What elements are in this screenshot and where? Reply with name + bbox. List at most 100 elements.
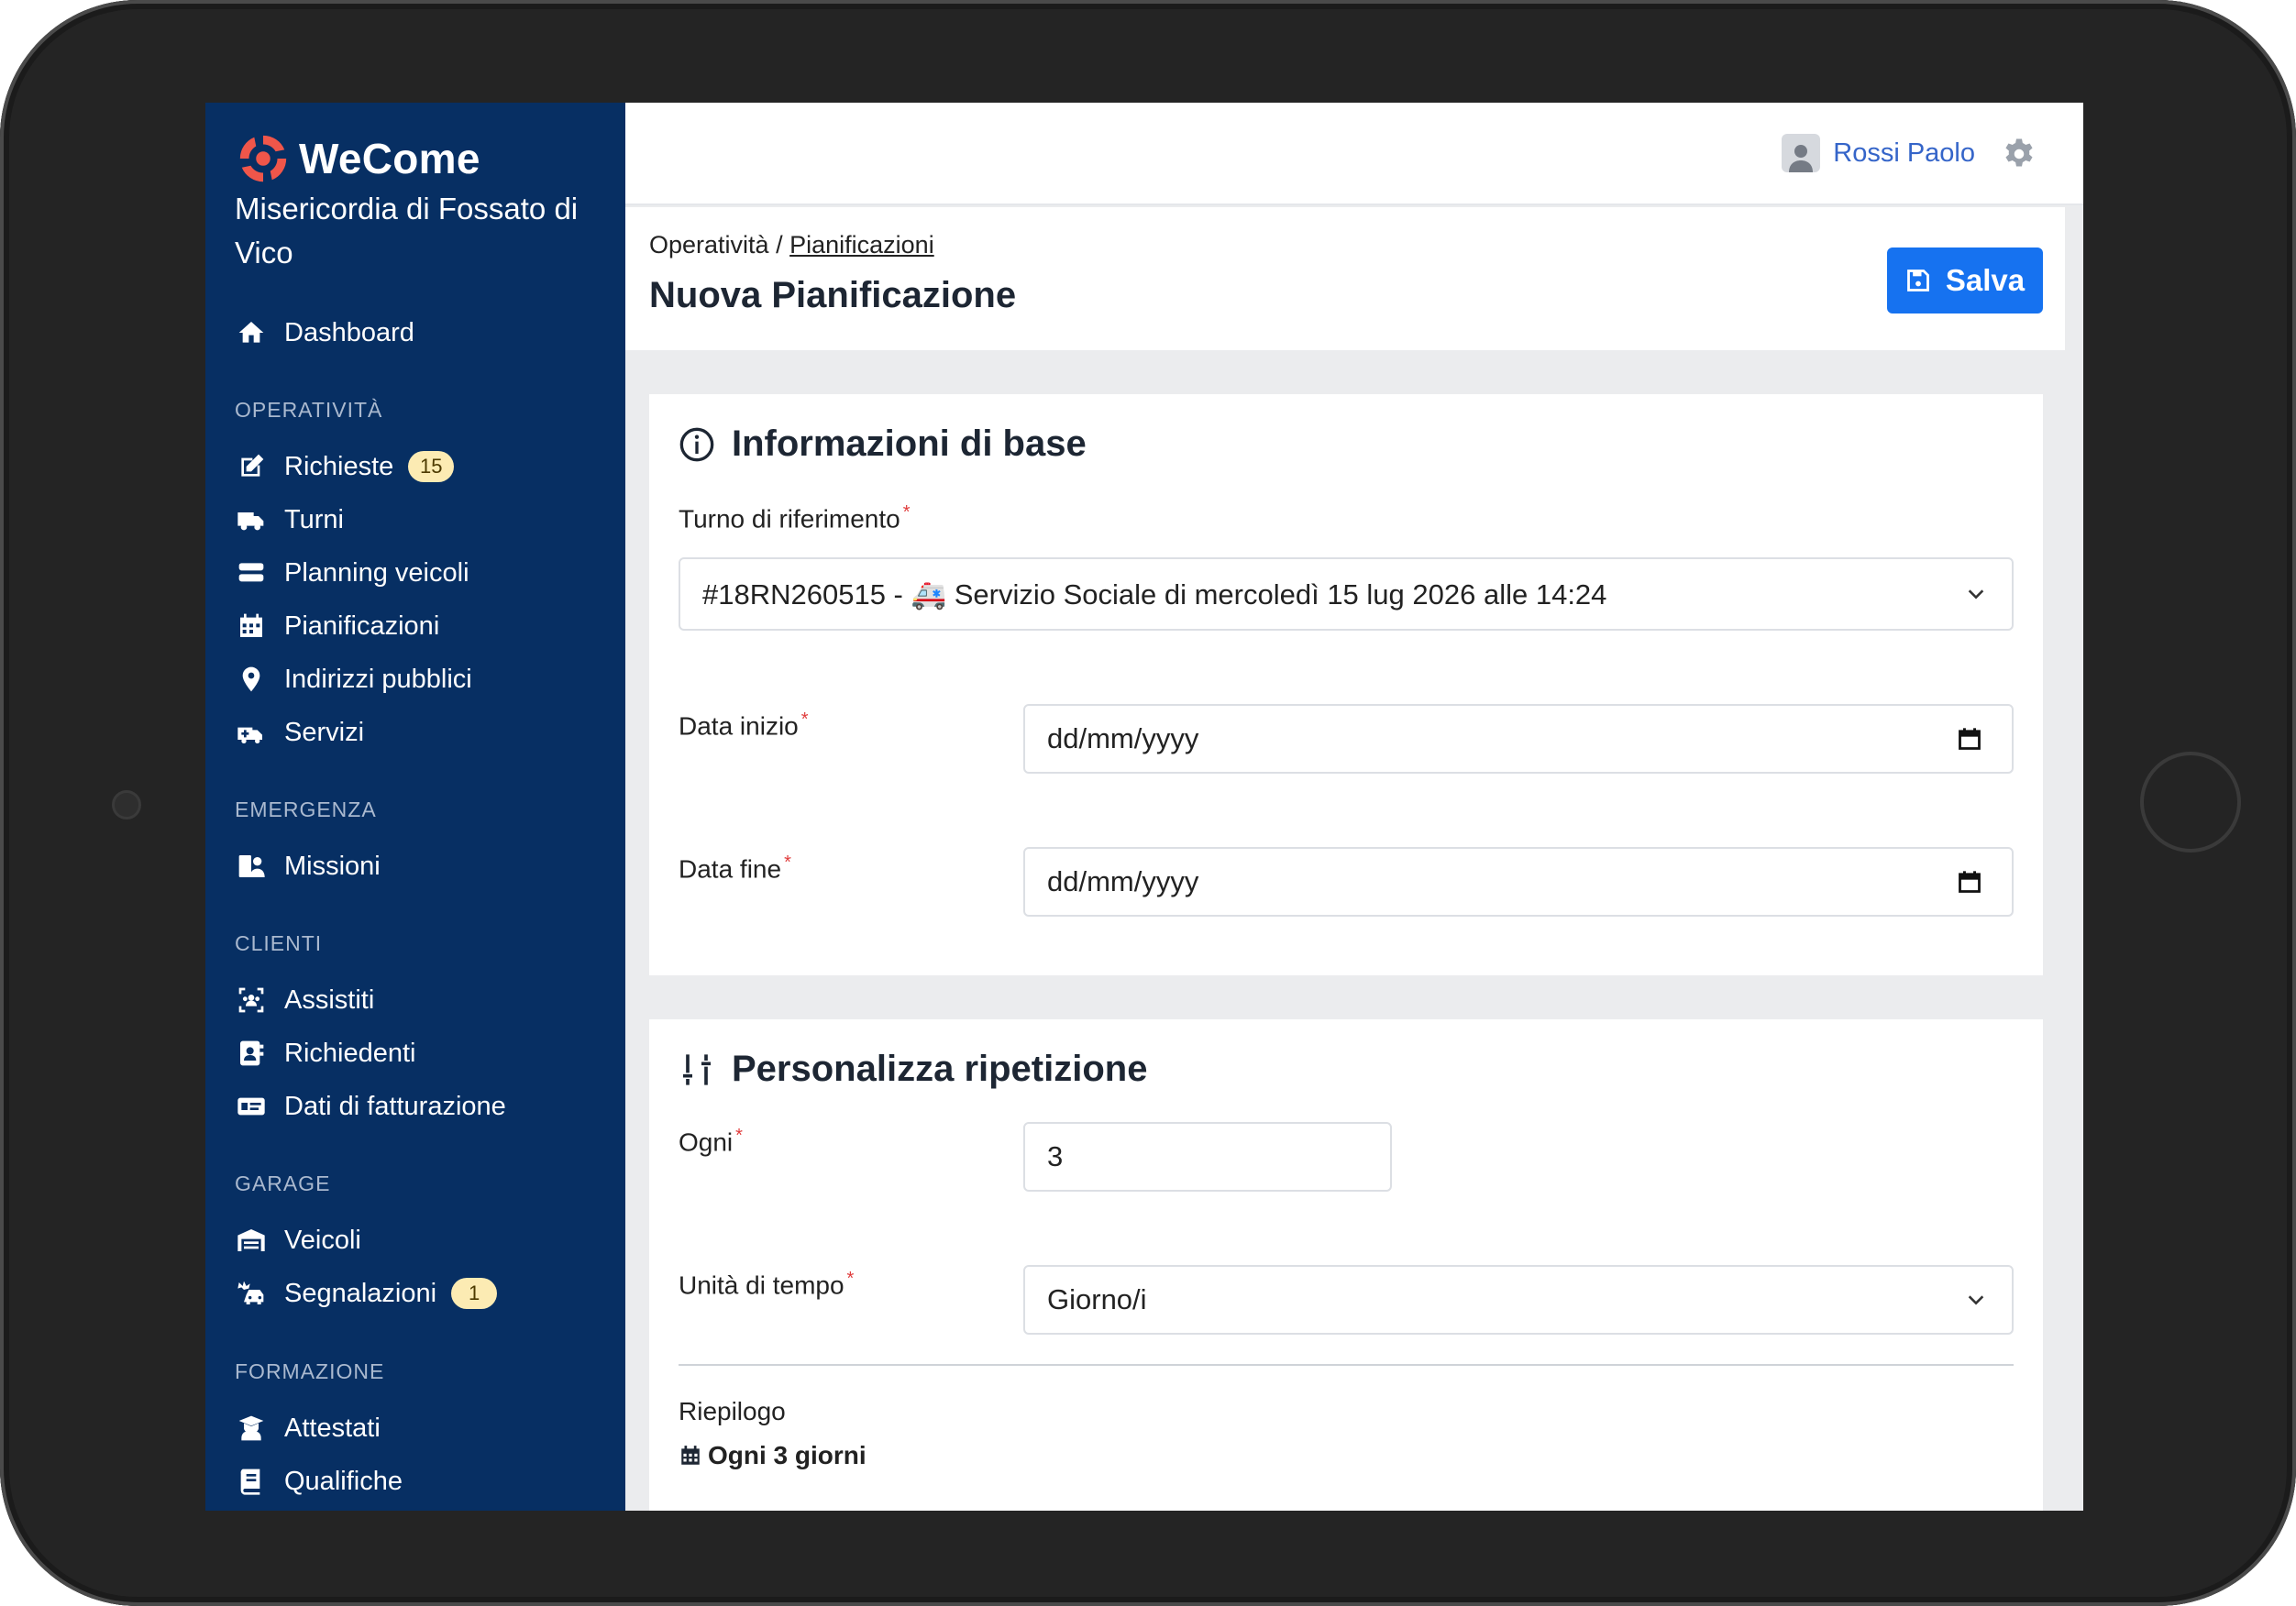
camera-icon [112, 790, 141, 820]
tablet-frame: WeCome Misericordia di Fossato di Vico D… [0, 0, 2296, 1606]
home-icon [235, 316, 268, 349]
calendar-icon[interactable] [1957, 725, 1982, 753]
sidebar: WeCome Misericordia di Fossato di Vico D… [205, 103, 625, 1511]
chevron-down-icon [1968, 1295, 1984, 1305]
truck-medical-icon [235, 716, 268, 749]
required-mark: * [902, 502, 911, 522]
required-mark: * [846, 1269, 855, 1289]
sidebar-item-label: Attestati [284, 1413, 381, 1443]
riepilogo-value: Ogni 3 giorni [708, 1441, 867, 1469]
data-inizio-value: dd/mm/yyyy [1047, 722, 1199, 754]
sidebar-item-assistiti[interactable]: Assistiti [235, 980, 374, 1020]
sidebar-item-missioni[interactable]: Missioni [235, 846, 381, 886]
section-garage: GARAGE [235, 1172, 331, 1195]
divider [679, 1364, 2014, 1366]
calendar-icon [681, 1446, 700, 1465]
staff-icon [235, 850, 268, 883]
turno-select[interactable]: #18RN260515 - 🚑 Servizio Sociale di merc… [679, 557, 2014, 631]
sidebar-item-label: Planning veicoli [284, 557, 469, 588]
save-button-label: Salva [1945, 263, 2026, 297]
required-mark: * [800, 710, 809, 730]
sidebar-item-qualifiche[interactable]: Qualifiche [235, 1461, 403, 1502]
sidebar-item-richiedenti[interactable]: Richiedenti [235, 1033, 415, 1073]
unita-label-text: Unità di tempo [679, 1270, 844, 1300]
sidebar-item-label: Richieste [284, 451, 394, 481]
warehouse-icon [235, 1224, 268, 1257]
user-name: Rossi Paolo [1833, 138, 1975, 168]
data-fine-value: dd/mm/yyyy [1047, 865, 1199, 897]
data-inizio-label-text: Data inizio [679, 711, 799, 741]
chevron-down-icon [1968, 589, 1984, 600]
sidebar-item-turni[interactable]: Turni [235, 500, 344, 540]
sidebar-item-richieste[interactable]: Richieste 15 [235, 446, 455, 487]
sidebar-item-indirizzi-pubblici[interactable]: Indirizzi pubblici [235, 659, 472, 699]
base-info-title: Informazioni di base [679, 424, 1087, 465]
book-icon [235, 1465, 268, 1498]
brand[interactable]: WeCome [235, 130, 480, 187]
data-fine-label-text: Data fine [679, 854, 782, 884]
sidebar-item-label: Qualifiche [284, 1466, 403, 1496]
breadcrumb-separator: / [776, 231, 783, 258]
sidebar-item-dashboard[interactable]: Dashboard [235, 313, 414, 353]
section-clienti: CLIENTI [235, 931, 323, 955]
ogni-value: 3 [1047, 1140, 1064, 1172]
turno-label-text: Turno di riferimento [679, 504, 900, 534]
repeat-title-text: Personalizza ripetizione [732, 1049, 1148, 1089]
server-icon [235, 556, 268, 589]
breadcrumb: Operatività / Pianificazioni [649, 231, 934, 259]
sidebar-item-attestati[interactable]: Attestati [235, 1408, 381, 1448]
main-content: Rossi Paolo Operatività / Pianificazioni… [625, 103, 2083, 1511]
section-operativita: OPERATIVITÀ [235, 398, 383, 422]
ambulance-icon [235, 503, 268, 536]
data-fine-label: Data fine * [679, 852, 791, 884]
page-header: Operatività / Pianificazioni Nuova Piani… [625, 207, 2065, 350]
riepilogo-label: Riepilogo [679, 1397, 786, 1425]
sidebar-item-segnalazioni[interactable]: Segnalazioni 1 [235, 1273, 498, 1314]
richieste-count-badge: 15 [408, 451, 455, 482]
user-icon [1789, 145, 1814, 172]
section-emergenza: EMERGENZA [235, 798, 377, 821]
sidebar-item-veicoli[interactable]: Veicoli [235, 1220, 361, 1260]
data-inizio-field[interactable]: dd/mm/yyyy [1023, 704, 2014, 774]
topbar: Rossi Paolo [625, 103, 2083, 205]
floppy-disk-icon [1906, 270, 1929, 292]
gear-icon[interactable] [2003, 138, 2036, 170]
sidebar-item-dati-fatturazione[interactable]: Dati di fatturazione [235, 1086, 506, 1127]
ogni-input[interactable]: 3 [1023, 1122, 1392, 1192]
edit-icon [235, 450, 268, 483]
breadcrumb-link-pianificazioni[interactable]: Pianificazioni [789, 231, 934, 258]
calendar-icon [235, 610, 268, 643]
unita-select-value: Giorno/i [1047, 1283, 1147, 1315]
sidebar-item-label: Veicoli [284, 1225, 361, 1255]
users-viewfinder-icon [235, 984, 268, 1017]
required-mark: * [784, 852, 791, 873]
unita-select[interactable]: Giorno/i [1023, 1265, 2014, 1335]
sidebar-item-label: Servizi [284, 717, 365, 747]
data-fine-field[interactable]: dd/mm/yyyy [1023, 847, 2014, 917]
sidebar-item-pianificazioni[interactable]: Pianificazioni [235, 606, 439, 646]
turno-label: Turno di riferimento * [679, 502, 911, 534]
sidebar-item-servizi[interactable]: Servizi [235, 712, 364, 753]
turno-select-value: #18RN260515 - 🚑 Servizio Sociale di merc… [702, 578, 1607, 610]
graduate-icon [235, 1412, 268, 1445]
home-button[interactable] [2140, 752, 2241, 852]
sliders-icon [683, 1053, 711, 1085]
calendar-icon[interactable] [1957, 868, 1982, 896]
sidebar-item-label: Missioni [284, 851, 381, 881]
user-menu[interactable]: Rossi Paolo [1782, 134, 1975, 172]
sidebar-item-planning-veicoli[interactable]: Planning veicoli [235, 553, 469, 593]
money-card-icon [235, 1090, 268, 1123]
data-inizio-label: Data inizio * [679, 710, 809, 741]
sidebar-item-label: Segnalazioni [284, 1278, 437, 1308]
sidebar-item-label: Assistiti [284, 984, 375, 1015]
address-book-icon [235, 1037, 268, 1070]
unita-label: Unità di tempo * [679, 1269, 854, 1300]
sidebar-item-label: Richiedenti [284, 1038, 416, 1068]
save-button[interactable]: Salva [1887, 248, 2043, 314]
ogni-label: Ogni * [679, 1126, 743, 1157]
repeat-title: Personalizza ripetizione [679, 1049, 1147, 1090]
sidebar-item-label: Dashboard [284, 317, 414, 347]
page-title: Nuova Pianificazione [649, 275, 1017, 315]
brand-name: WeCome [299, 135, 480, 182]
avatar [1782, 134, 1821, 172]
